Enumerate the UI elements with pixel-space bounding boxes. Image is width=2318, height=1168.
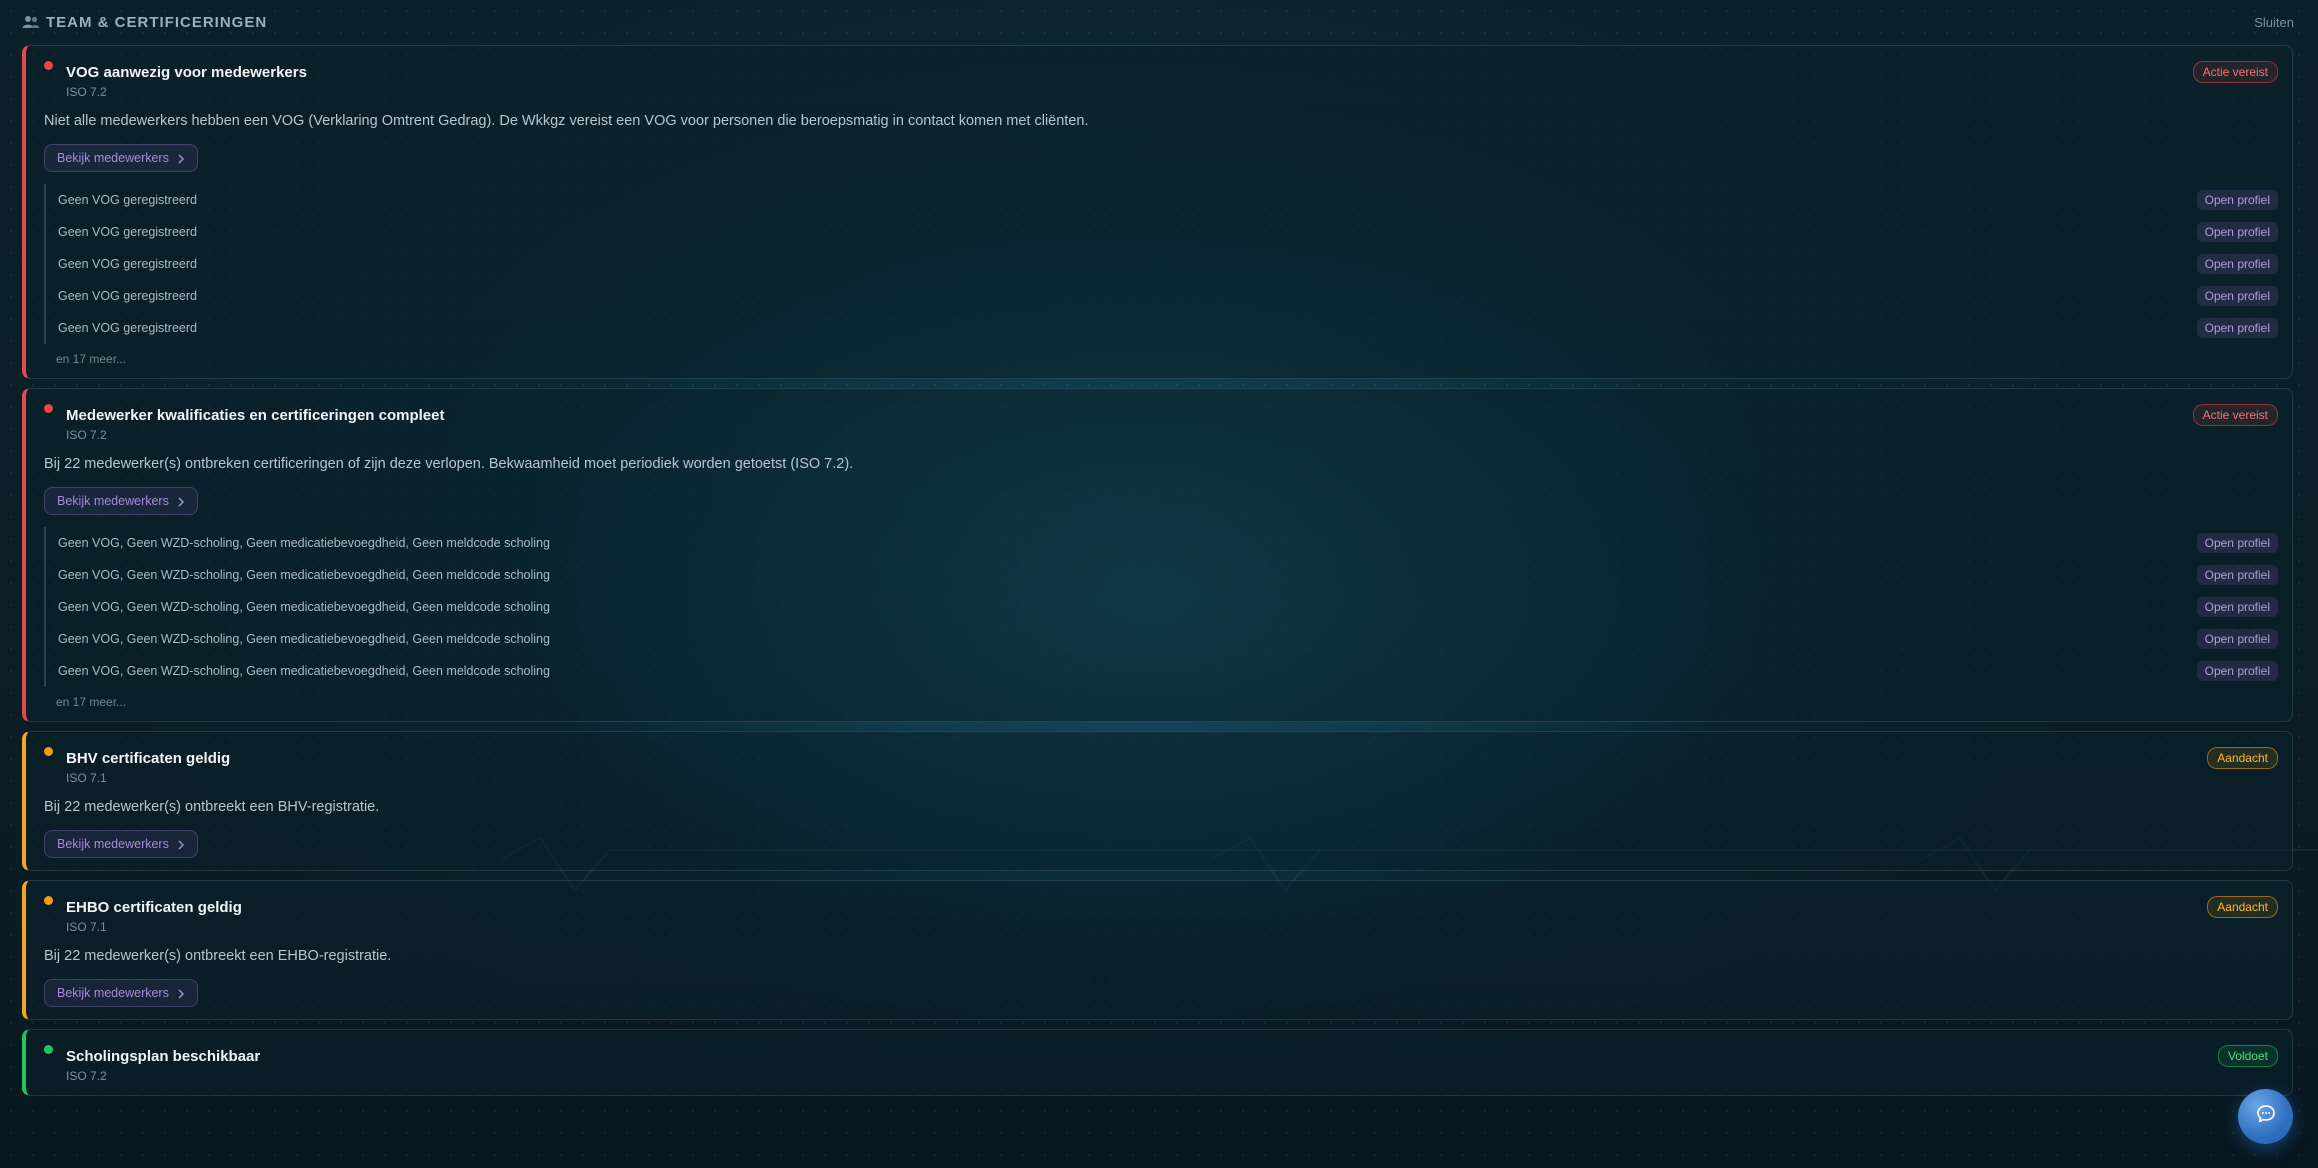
status-badge: Actie vereist	[2192, 61, 2278, 83]
card-title: Scholingsplan beschikbaar	[66, 1048, 261, 1065]
list-item: Geen VOG, Geen WZD-scholing, Geen medica…	[44, 591, 2278, 623]
list-item-text: Geen VOG geregistreerd	[58, 257, 197, 271]
view-employees-button[interactable]: Bekijk medewerkers	[44, 830, 198, 858]
view-employees-label: Bekijk medewerkers	[57, 151, 169, 165]
iso-reference: ISO 7.1	[66, 771, 107, 785]
chevron-right-icon	[177, 839, 185, 850]
open-profile-button[interactable]: Open profiel	[2196, 254, 2278, 274]
chevron-right-icon	[177, 153, 185, 164]
status-dot	[44, 404, 53, 413]
close-button[interactable]: Sluiten	[2254, 15, 2294, 30]
list-item: Geen VOG geregistreerd Open profiel	[44, 312, 2278, 344]
view-employees-button[interactable]: Bekijk medewerkers	[44, 979, 198, 1007]
iso-reference: ISO 7.2	[66, 85, 107, 99]
check-card-training-plan: Scholingsplan beschikbaar ISO 7.2 Voldoe…	[22, 1029, 2293, 1096]
card-description: Bij 22 medewerker(s) ontbreken certifice…	[44, 456, 854, 472]
card-description: Bij 22 medewerker(s) ontbreekt een EHBO-…	[44, 948, 392, 964]
more-count: en 17 meer...	[56, 352, 127, 366]
check-card-ehbo: EHBO certificaten geldig ISO 7.1 Aandach…	[22, 880, 2293, 1020]
list-item: Geen VOG geregistreerd Open profiel	[44, 248, 2278, 280]
status-dot	[44, 61, 53, 70]
list-item-text: Geen VOG, Geen WZD-scholing, Geen medica…	[58, 632, 550, 646]
check-card-vog: VOG aanwezig voor medewerkers ISO 7.2 Ac…	[22, 45, 2293, 379]
open-profile-button[interactable]: Open profiel	[2196, 597, 2278, 617]
status-badge: Aandacht	[2207, 896, 2278, 918]
iso-reference: ISO 7.1	[66, 920, 107, 934]
card-title: BHV certificaten geldig	[66, 750, 231, 767]
view-employees-button[interactable]: Bekijk medewerkers	[44, 487, 198, 515]
chevron-right-icon	[177, 988, 185, 999]
card-description: Niet alle medewerkers hebben een VOG (Ve…	[44, 113, 1089, 129]
view-employees-label: Bekijk medewerkers	[57, 986, 169, 1000]
open-profile-button[interactable]: Open profiel	[2196, 222, 2278, 242]
list-item: Geen VOG, Geen WZD-scholing, Geen medica…	[44, 623, 2278, 655]
list-item-text: Geen VOG geregistreerd	[58, 321, 197, 335]
status-badge: Aandacht	[2207, 747, 2278, 769]
list-item: Geen VOG geregistreerd Open profiel	[44, 184, 2278, 216]
view-employees-label: Bekijk medewerkers	[57, 837, 169, 851]
more-count: en 17 meer...	[56, 695, 127, 709]
status-badge: Actie vereist	[2192, 404, 2278, 426]
checklist: VOG aanwezig voor medewerkers ISO 7.2 Ac…	[22, 45, 2293, 1105]
list-item-text: Geen VOG, Geen WZD-scholing, Geen medica…	[58, 536, 550, 550]
open-profile-button[interactable]: Open profiel	[2196, 661, 2278, 681]
list-item-text: Geen VOG, Geen WZD-scholing, Geen medica…	[58, 568, 550, 582]
list-item-text: Geen VOG geregistreerd	[58, 225, 197, 239]
card-description: Bij 22 medewerker(s) ontbreekt een BHV-r…	[44, 799, 380, 815]
list-item-text: Geen VOG, Geen WZD-scholing, Geen medica…	[58, 600, 550, 614]
list-item: Geen VOG geregistreerd Open profiel	[44, 216, 2278, 248]
check-card-bhv: BHV certificaten geldig ISO 7.1 Aandacht…	[22, 731, 2293, 871]
open-profile-button[interactable]: Open profiel	[2196, 533, 2278, 553]
panel-header: TEAM & CERTIFICERINGEN Sluiten	[22, 10, 2294, 34]
section-title: TEAM & CERTIFICERINGEN	[22, 14, 267, 31]
open-profile-button[interactable]: Open profiel	[2196, 629, 2278, 649]
list-item: Geen VOG, Geen WZD-scholing, Geen medica…	[44, 655, 2278, 687]
chat-button[interactable]	[2238, 1089, 2293, 1144]
open-profile-button[interactable]: Open profiel	[2196, 318, 2278, 338]
status-dot	[44, 896, 53, 905]
card-title: Medewerker kwalificaties en certificerin…	[66, 407, 445, 424]
list-item: Geen VOG, Geen WZD-scholing, Geen medica…	[44, 559, 2278, 591]
iso-reference: ISO 7.2	[66, 1069, 107, 1083]
chevron-right-icon	[177, 496, 185, 507]
list-item-text: Geen VOG, Geen WZD-scholing, Geen medica…	[58, 664, 550, 678]
list-item-text: Geen VOG geregistreerd	[58, 193, 197, 207]
card-title: EHBO certificaten geldig	[66, 899, 242, 916]
section-title-text: TEAM & CERTIFICERINGEN	[46, 13, 268, 31]
people-icon	[22, 15, 40, 29]
employee-list: Geen VOG geregistreerd Open profiel Geen …	[44, 184, 2278, 366]
status-dot	[44, 1045, 53, 1054]
card-title: VOG aanwezig voor medewerkers	[66, 64, 307, 81]
open-profile-button[interactable]: Open profiel	[2196, 190, 2278, 210]
status-dot	[44, 747, 53, 756]
open-profile-button[interactable]: Open profiel	[2196, 286, 2278, 306]
check-card-qualifications: Medewerker kwalificaties en certificerin…	[22, 388, 2293, 722]
status-badge: Voldoet	[2217, 1045, 2278, 1067]
open-profile-button[interactable]: Open profiel	[2196, 565, 2278, 585]
view-employees-label: Bekijk medewerkers	[57, 494, 169, 508]
list-item: Geen VOG geregistreerd Open profiel	[44, 280, 2278, 312]
iso-reference: ISO 7.2	[66, 428, 107, 442]
chat-icon	[2255, 1103, 2277, 1130]
list-item: Geen VOG, Geen WZD-scholing, Geen medica…	[44, 527, 2278, 559]
employee-list: Geen VOG, Geen WZD-scholing, Geen medica…	[44, 527, 2278, 709]
list-item-text: Geen VOG geregistreerd	[58, 289, 197, 303]
view-employees-button[interactable]: Bekijk medewerkers	[44, 144, 198, 172]
